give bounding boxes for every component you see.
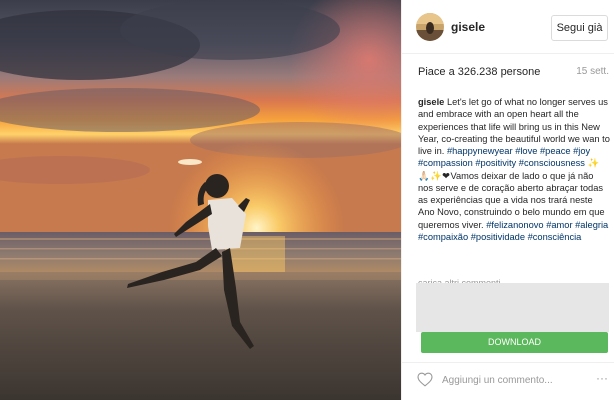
- hashtag[interactable]: #positividade: [471, 232, 525, 242]
- comment-input[interactable]: [442, 372, 592, 388]
- likes-row: Piace a 326.238 persone 15 sett.: [418, 66, 609, 82]
- hashtag[interactable]: #positivity: [475, 158, 516, 168]
- avatar[interactable]: [416, 13, 444, 41]
- post-header: gisele Segui già: [402, 0, 614, 54]
- post-photo[interactable]: [0, 0, 401, 400]
- post-date[interactable]: 15 sett.: [576, 66, 609, 77]
- hashtag[interactable]: #joy: [573, 146, 590, 156]
- following-button[interactable]: Segui già: [551, 15, 608, 41]
- hashtag[interactable]: #felizanonovo: [486, 220, 543, 230]
- ad-placeholder-box: [416, 283, 609, 332]
- hashtag[interactable]: #consciência: [528, 232, 582, 242]
- likes-count[interactable]: Piace a 326.238 persone: [418, 66, 540, 78]
- hashtag[interactable]: #love: [515, 146, 537, 156]
- heart-outline-icon[interactable]: [417, 372, 433, 387]
- more-options-icon[interactable]: ···: [596, 372, 608, 384]
- hashtag[interactable]: #consciousness: [519, 158, 585, 168]
- username[interactable]: gisele: [451, 20, 485, 34]
- post-caption: gisele Let's let go of what no longer se…: [418, 96, 610, 243]
- caption-username[interactable]: gisele: [418, 97, 444, 107]
- download-button[interactable]: DOWNLOAD: [421, 332, 608, 353]
- hashtag[interactable]: #happynewyear: [447, 146, 513, 156]
- hashtag[interactable]: #alegria: [575, 220, 608, 230]
- comment-row: ···: [402, 362, 614, 400]
- hashtag[interactable]: #compaixão: [418, 232, 468, 242]
- hashtag[interactable]: #peace: [540, 146, 571, 156]
- hashtag[interactable]: #compassion: [418, 158, 473, 168]
- post-details-panel: gisele Segui già Piace a 326.238 persone…: [401, 0, 614, 400]
- hashtag[interactable]: #amor: [546, 220, 572, 230]
- sunset-beach-image: [0, 0, 401, 400]
